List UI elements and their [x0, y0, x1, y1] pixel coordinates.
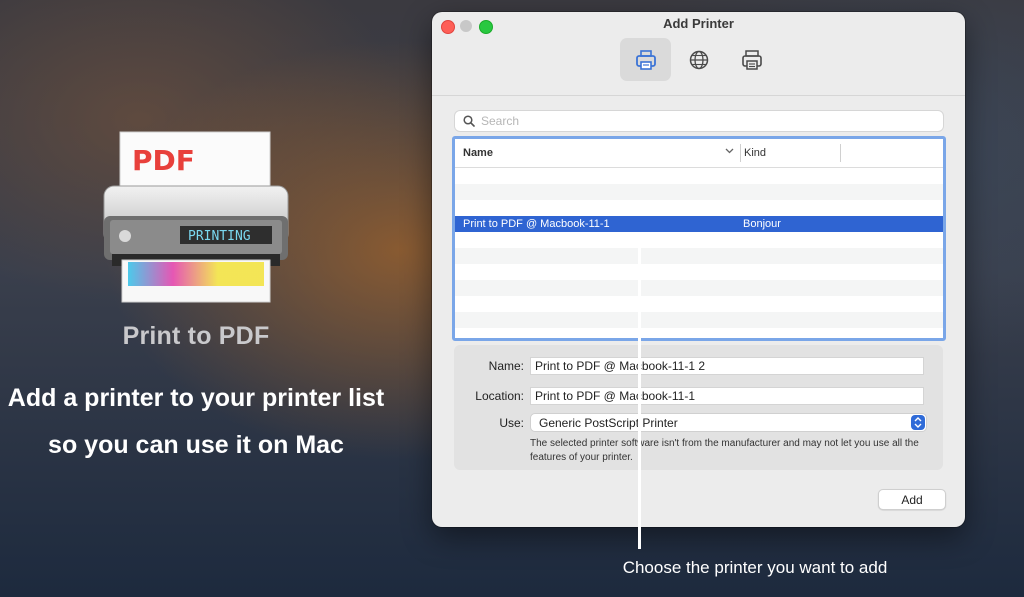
tab-windows-printer[interactable]	[726, 38, 777, 81]
printer-list: Name Kind Print to PDF @ Macbook-11-1 Bo…	[452, 136, 946, 341]
tab-default-printer[interactable]	[620, 38, 671, 81]
icon-pdf-text: PDF	[132, 144, 195, 177]
name-field[interactable]	[530, 357, 924, 375]
headline-line-1: Add a printer to your printer list	[7, 384, 385, 412]
name-label: Name:	[488, 359, 524, 373]
ip-globe-icon	[689, 50, 708, 69]
table-row[interactable]	[455, 232, 943, 248]
column-header-name[interactable]: Name	[463, 147, 493, 159]
app-name: Print to PDF	[122, 322, 270, 350]
up-down-arrows-icon	[911, 415, 925, 430]
table-row[interactable]	[455, 248, 943, 264]
location-label: Location:	[475, 389, 524, 403]
search-icon	[463, 115, 475, 127]
location-field[interactable]	[530, 387, 924, 405]
toolbar-divider	[432, 95, 965, 96]
table-row[interactable]	[455, 168, 943, 184]
column-divider[interactable]	[740, 144, 741, 162]
column-header-kind[interactable]: Kind	[744, 147, 766, 159]
use-driver-select[interactable]: Generic PostScript Printer	[530, 413, 927, 432]
column-divider[interactable]	[840, 144, 841, 162]
driver-warning-note: The selected printer software isn't from…	[530, 438, 919, 463]
table-row[interactable]	[455, 280, 943, 296]
add-button[interactable]: Add	[878, 489, 946, 510]
chevron-down-icon[interactable]	[725, 148, 734, 154]
default-printer-icon	[635, 49, 656, 70]
windows-printer-icon	[741, 49, 762, 70]
icon-screen-text: PRINTING	[188, 229, 251, 244]
search-field[interactable]	[454, 110, 944, 132]
table-row[interactable]	[455, 296, 943, 312]
table-row[interactable]	[455, 200, 943, 216]
table-row-selected[interactable]: Print to PDF @ Macbook-11-1 Bonjour	[455, 216, 943, 232]
window-title: Add Printer	[663, 16, 734, 31]
search-input[interactable]	[481, 114, 921, 128]
table-row[interactable]	[455, 184, 943, 200]
use-driver-value: Generic PostScript Printer	[539, 416, 678, 430]
annotation-pointer-line	[638, 232, 641, 549]
table-header: Name Kind	[455, 139, 943, 168]
table-row[interactable]	[455, 264, 943, 280]
row-name: Print to PDF @ Macbook-11-1	[463, 218, 610, 230]
add-printer-window: Add Printer Search Name Kind Print to PD…	[432, 12, 965, 527]
tab-ip-printer[interactable]	[673, 38, 724, 81]
headline-line-2: so you can use it on Mac	[48, 431, 344, 459]
use-label: Use:	[499, 416, 524, 430]
row-kind: Bonjour	[743, 218, 781, 230]
annotation-caption: Choose the printer you want to add	[622, 558, 888, 577]
printer-details: Name: Location: Use: Generic PostScript …	[454, 345, 943, 470]
pdf-printer-app-icon: PDF PRINTING	[103, 131, 289, 303]
table-row[interactable]	[455, 312, 943, 328]
